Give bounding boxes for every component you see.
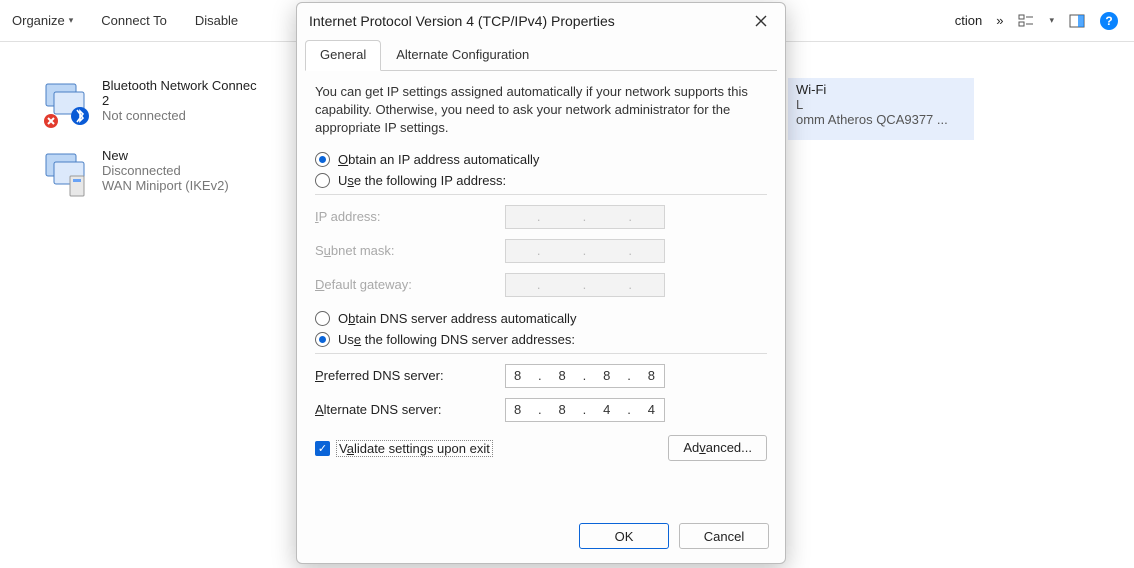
radio-icon <box>315 152 330 167</box>
tab-alternate-configuration[interactable]: Alternate Configuration <box>381 40 544 71</box>
dialog-description: You can get IP settings assigned automat… <box>315 83 767 138</box>
dialog-tabs: General Alternate Configuration <box>305 39 777 71</box>
tab-general[interactable]: General <box>305 40 381 71</box>
toolbar-connect-to[interactable]: Connect To <box>101 13 167 28</box>
radio-dns-auto[interactable]: Obtain DNS server address automatically <box>315 311 767 326</box>
radio-label: Obtain DNS server address automatically <box>338 311 576 326</box>
network-item-detail: WAN Miniport (IKEv2) <box>102 178 229 193</box>
network-item-bluetooth[interactable]: Bluetooth Network Connec 2 Not connected <box>40 78 257 130</box>
toolbar-organize[interactable]: Organize ▾ <box>12 13 73 28</box>
radio-label: Use the following IP address: <box>338 173 506 188</box>
help-icon[interactable]: ? <box>1100 12 1118 30</box>
toolbar-truncated-text: ction <box>955 13 982 28</box>
validate-label: Validate settings upon exit <box>336 440 493 457</box>
default-gateway-input: . . . <box>505 273 665 297</box>
advanced-button[interactable]: Advanced... <box>668 435 767 461</box>
view-options-icon[interactable] <box>1017 12 1035 30</box>
network-list: Bluetooth Network Connec 2 Not connected… <box>40 78 257 200</box>
radio-label: Use the following DNS server addresses: <box>338 332 575 347</box>
ok-button[interactable]: OK <box>579 523 669 549</box>
wifi-name: Wi-Fi <box>796 82 966 97</box>
network-item-status: Disconnected <box>102 163 229 178</box>
dns-group: Obtain DNS server address automatically … <box>315 311 767 422</box>
alternate-dns-label: Alternate DNS server: <box>315 402 505 417</box>
network-item-name: New <box>102 148 229 163</box>
network-item-status: Not connected <box>102 108 257 123</box>
toolbar-disable[interactable]: Disable <box>195 13 238 28</box>
preview-pane-icon[interactable] <box>1068 12 1086 30</box>
network-item-vpn[interactable]: New Disconnected WAN Miniport (IKEv2) <box>40 148 257 200</box>
subnet-mask-label: Subnet mask: <box>315 243 505 258</box>
network-item-sub: 2 <box>102 93 257 108</box>
ip-address-group: Obtain an IP address automatically Use t… <box>315 152 767 297</box>
dialog-title: Internet Protocol Version 4 (TCP/IPv4) P… <box>309 13 615 29</box>
wifi-detail: omm Atheros QCA9377 ... <box>796 112 966 127</box>
radio-ip-auto[interactable]: Obtain an IP address automatically <box>315 152 767 167</box>
radio-dns-manual[interactable]: Use the following DNS server addresses: <box>315 332 767 347</box>
bluetooth-network-icon <box>40 78 92 130</box>
cancel-button[interactable]: Cancel <box>679 523 769 549</box>
checkbox-icon: ✓ <box>315 441 330 456</box>
radio-icon <box>315 173 330 188</box>
ipv4-properties-dialog: Internet Protocol Version 4 (TCP/IPv4) P… <box>296 2 786 564</box>
wifi-sub: L <box>796 97 966 112</box>
network-item-name: Bluetooth Network Connec <box>102 78 257 93</box>
close-icon[interactable] <box>749 9 773 33</box>
chevron-down-icon: ▾ <box>1049 15 1054 26</box>
preferred-dns-input[interactable]: 8. 8. 8. 8 <box>505 364 665 388</box>
radio-icon <box>315 311 330 326</box>
vpn-network-icon <box>40 148 92 200</box>
network-item-wifi[interactable]: Wi-Fi L omm Atheros QCA9377 ... <box>788 78 974 140</box>
ip-address-label: IP address: <box>315 209 505 224</box>
chevron-down-icon: ▾ <box>69 15 74 26</box>
toolbar-organize-label: Organize <box>12 13 65 28</box>
dialog-footer: OK Cancel <box>297 512 785 563</box>
dialog-titlebar: Internet Protocol Version 4 (TCP/IPv4) P… <box>297 3 785 39</box>
default-gateway-label: Default gateway: <box>315 277 505 292</box>
alternate-dns-input[interactable]: 8. 8. 4. 4 <box>505 398 665 422</box>
preferred-dns-label: Preferred DNS server: <box>315 368 505 383</box>
toolbar-overflow[interactable]: » <box>996 13 1003 28</box>
radio-ip-manual[interactable]: Use the following IP address: <box>315 173 767 188</box>
ip-address-input: . . . <box>505 205 665 229</box>
radio-label: Obtain an IP address automatically <box>338 152 539 167</box>
radio-icon <box>315 332 330 347</box>
subnet-mask-input: . . . <box>505 239 665 263</box>
